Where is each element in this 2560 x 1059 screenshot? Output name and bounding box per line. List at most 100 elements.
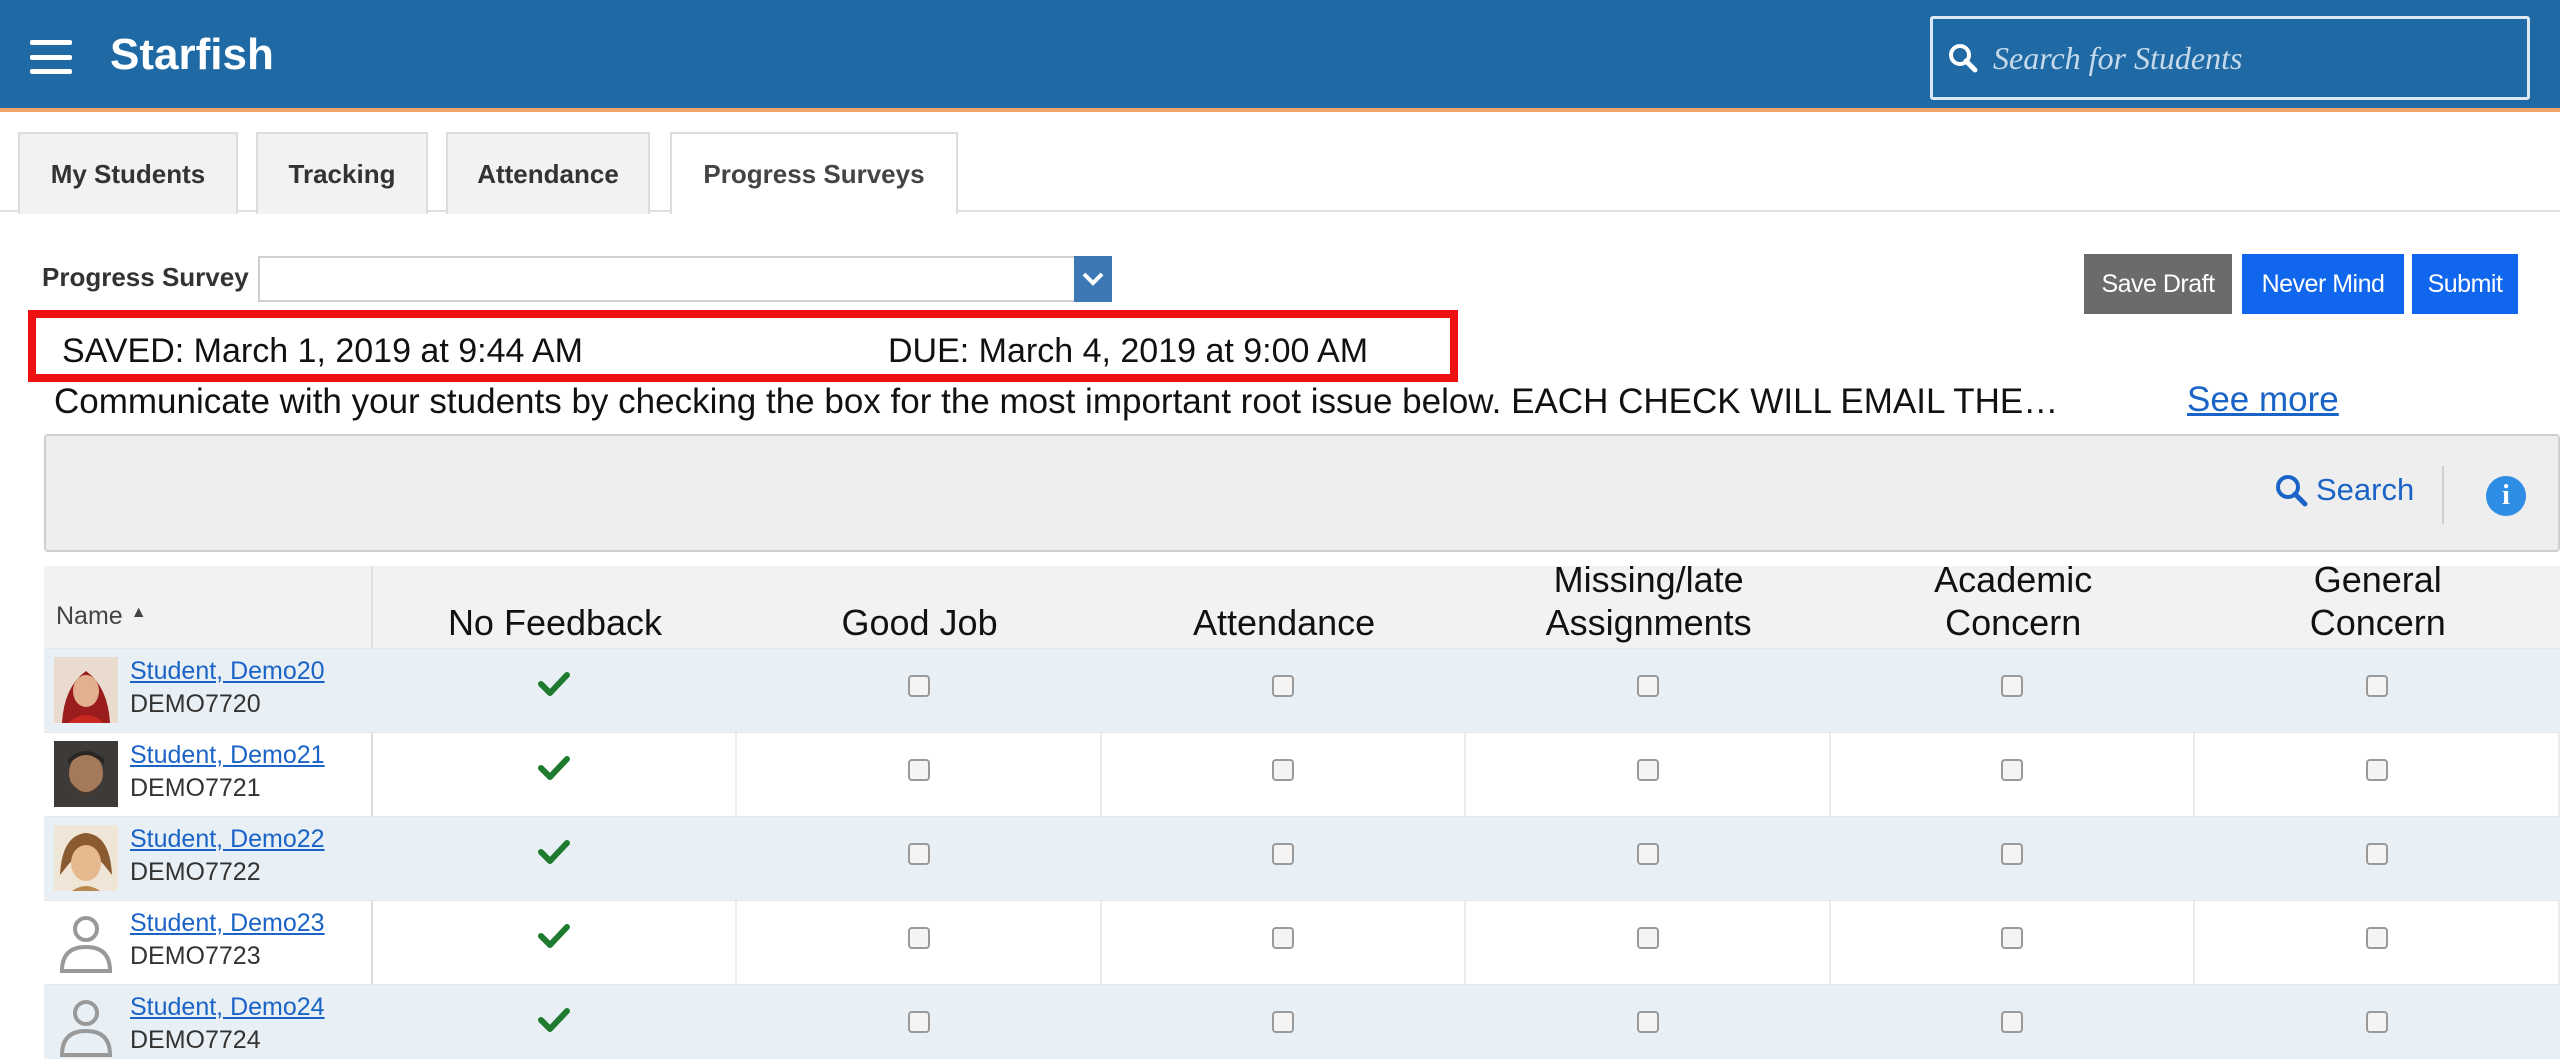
cell-no-feedback [373,733,738,816]
cell-good-job [737,649,1102,732]
missing-late-checkbox[interactable] [1636,675,1659,697]
checkmark-icon[interactable] [538,839,570,900]
checkmark-icon[interactable] [538,923,570,984]
sort-ascending-icon: ▲ [130,604,147,621]
student-name-cell: Student, Demo20 DEMO7720 [44,649,373,732]
tab-bar: My Students Tracking Attendance Progress… [0,116,2560,214]
filter-panel [44,434,2560,552]
table-row: Student, Demo24 DEMO7724 [44,984,2560,1059]
checkmark-icon[interactable] [538,671,570,732]
never-mind-button[interactable]: Never Mind [2242,254,2404,314]
submit-button[interactable]: Submit [2412,254,2518,314]
chevron-down-icon[interactable] [1074,256,1112,302]
table-row: Student, Demo22 DEMO7722 [44,816,2560,900]
academic-concern-checkbox[interactable] [2001,843,2024,865]
menu-icon[interactable] [30,40,72,74]
tab-attendance[interactable]: Attendance [446,132,650,214]
person-icon [54,993,118,1059]
attendance-checkbox[interactable] [1272,927,1295,949]
person-icon [54,909,118,975]
academic-concern-checkbox[interactable] [2001,927,2024,949]
academic-concern-checkbox[interactable] [2001,675,2024,697]
good-job-checkbox[interactable] [907,1011,930,1033]
tab-tracking[interactable]: Tracking [256,132,428,214]
column-header-academic-concern: Academic Concern [1934,559,2093,643]
checkmark-icon[interactable] [538,755,570,816]
cell-good-job [737,817,1102,900]
search-input[interactable] [1993,28,2527,88]
info-icon[interactable]: i [2486,476,2526,516]
cell-attendance [1102,901,1467,984]
cell-general-concern [2195,901,2560,984]
column-header-good-job: Good Job [841,602,998,643]
tab-progress-surveys[interactable]: Progress Surveys [670,132,958,214]
missing-late-checkbox[interactable] [1636,843,1659,865]
attendance-checkbox[interactable] [1272,675,1295,697]
cell-missing-late [1466,649,1831,732]
tab-my-students[interactable]: My Students [18,132,238,214]
attendance-checkbox[interactable] [1272,759,1295,781]
good-job-checkbox[interactable] [907,759,930,781]
cell-academic-concern [1831,649,2196,732]
column-header-general-concern: General Concern [2309,559,2446,643]
cell-academic-concern [1831,985,2196,1059]
cell-missing-late [1466,733,1831,816]
due-date: DUE: March 4, 2019 at 9:00 AM [888,332,1369,370]
missing-late-checkbox[interactable] [1636,927,1659,949]
student-name-link[interactable]: Student, Demo21 [130,741,325,770]
table-header: Name ▲ No Feedback Good Job Attendance M… [44,559,2560,648]
cell-missing-late [1466,985,1831,1059]
missing-late-checkbox[interactable] [1636,759,1659,781]
student-name-cell: Student, Demo23 DEMO7723 [44,901,373,984]
app-header: Starfish [0,0,2560,112]
see-more-link[interactable]: See more [2187,380,2339,420]
save-draft-button[interactable]: Save Draft [2084,254,2232,314]
student-name-link[interactable]: Student, Demo24 [130,993,325,1022]
column-header-name[interactable]: Name ▲ [44,566,373,648]
general-concern-checkbox[interactable] [2365,759,2388,781]
cell-good-job [737,985,1102,1059]
good-job-checkbox[interactable] [907,843,930,865]
tab-progress-surveys-label: Progress Surveys [703,158,925,189]
table-body: Student, Demo20 DEMO7720 Student, Demo21 DE… [44,648,2560,1059]
column-header-no-feedback: No Feedback [447,602,663,643]
student-id: DEMO7722 [130,858,261,886]
academic-concern-checkbox[interactable] [2001,759,2024,781]
table-row: Student, Demo21 DEMO7721 [44,732,2560,816]
attendance-checkbox[interactable] [1272,1011,1295,1033]
general-concern-checkbox[interactable] [2365,927,2388,949]
cell-no-feedback [373,901,738,984]
attendance-checkbox[interactable] [1272,843,1295,865]
column-header-missing-late: Missing/late Assignments [1545,559,1752,643]
cell-good-job [737,901,1102,984]
survey-status-box: SAVED: March 1, 2019 at 9:44 AM DUE: Mar… [28,310,1458,382]
cell-attendance [1102,733,1467,816]
student-name-link[interactable]: Student, Demo20 [130,657,325,686]
cell-general-concern [2195,649,2560,732]
progress-survey-select[interactable] [258,256,1112,302]
student-search[interactable] [1930,16,2530,100]
cell-missing-late [1466,817,1831,900]
checkmark-icon[interactable] [538,1007,570,1059]
divider [2442,466,2444,524]
cell-missing-late [1466,901,1831,984]
table-row: Student, Demo20 DEMO7720 [44,648,2560,732]
app-title: Starfish [110,30,274,79]
student-name-link[interactable]: Student, Demo23 [130,909,325,938]
missing-late-checkbox[interactable] [1636,1011,1659,1033]
cell-general-concern [2195,733,2560,816]
avatar [54,741,118,807]
academic-concern-checkbox[interactable] [2001,1011,2024,1033]
general-concern-checkbox[interactable] [2365,1011,2388,1033]
cell-attendance [1102,649,1467,732]
column-header-attendance: Attendance [1193,602,1376,643]
general-concern-checkbox[interactable] [2365,675,2388,697]
student-name-link[interactable]: Student, Demo22 [130,825,325,854]
cell-academic-concern [1831,901,2196,984]
good-job-checkbox[interactable] [907,927,930,949]
general-concern-checkbox[interactable] [2365,843,2388,865]
filter-search-button[interactable]: Search [2274,472,2414,508]
good-job-checkbox[interactable] [907,675,930,697]
student-name-cell: Student, Demo21 DEMO7721 [44,733,373,816]
cell-no-feedback [373,817,738,900]
